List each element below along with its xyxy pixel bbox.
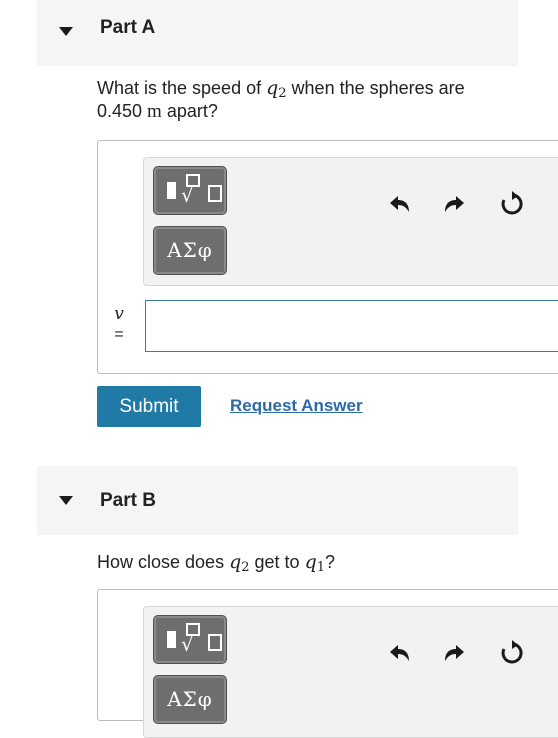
collapse-caret-icon[interactable]: [59, 496, 73, 505]
templates-button[interactable]: √: [153, 166, 227, 215]
symbols-label: ΑΣφ: [167, 238, 213, 262]
symbols-label: ΑΣφ: [167, 687, 213, 711]
reset-icon[interactable]: [499, 640, 525, 666]
radical-icon: √: [181, 183, 194, 207]
answer-input[interactable]: [145, 300, 558, 352]
answer-box-b: √ ΑΣφ: [97, 589, 558, 738]
templates-button[interactable]: √: [153, 615, 227, 664]
math-toolbar: √ ΑΣφ: [143, 606, 558, 738]
q2-variable: q2: [229, 551, 250, 575]
variable-v: v: [114, 304, 124, 324]
undo-icon[interactable]: [388, 643, 412, 663]
reset-icon[interactable]: [499, 191, 525, 217]
q1-variable: q1: [304, 551, 326, 575]
part-a-header[interactable]: Part A: [37, 0, 518, 66]
part-b-title: Part B: [100, 490, 156, 511]
block-icon: [167, 182, 176, 199]
radical-icon: √: [181, 632, 194, 656]
collapse-caret-icon[interactable]: [59, 27, 73, 36]
question-text: apart?: [161, 101, 218, 121]
math-toolbar: √ ΑΣφ: [143, 157, 558, 286]
distance-value: 0.450: [97, 101, 148, 121]
part-a-question: What is the speed of q2 when the spheres…: [97, 77, 465, 123]
answer-variable-label: v =: [112, 304, 126, 344]
question-text: get to: [249, 552, 305, 572]
question-text: How close does: [97, 552, 230, 572]
q2-variable: q2: [266, 77, 287, 101]
undo-icon[interactable]: [388, 194, 412, 214]
submit-button[interactable]: Submit: [97, 386, 201, 427]
symbols-button[interactable]: ΑΣφ: [153, 226, 227, 275]
equals-sign: =: [114, 326, 124, 343]
part-b-header[interactable]: Part B: [37, 466, 518, 535]
question-text: ?: [325, 552, 336, 572]
redo-icon[interactable]: [442, 643, 466, 663]
distance-unit: m: [147, 101, 162, 122]
box-icon: [208, 185, 222, 202]
answer-box-a: √ ΑΣφ v =: [97, 140, 558, 374]
question-text: What is the speed of: [97, 78, 267, 98]
redo-icon[interactable]: [442, 194, 466, 214]
box-icon: [208, 634, 222, 651]
part-a-title: Part A: [100, 17, 156, 38]
block-icon: [167, 631, 176, 648]
question-text: when the spheres are: [286, 78, 465, 98]
part-b-question: How close does q2 get to q1?: [97, 551, 335, 574]
request-answer-link[interactable]: Request Answer: [230, 396, 363, 416]
